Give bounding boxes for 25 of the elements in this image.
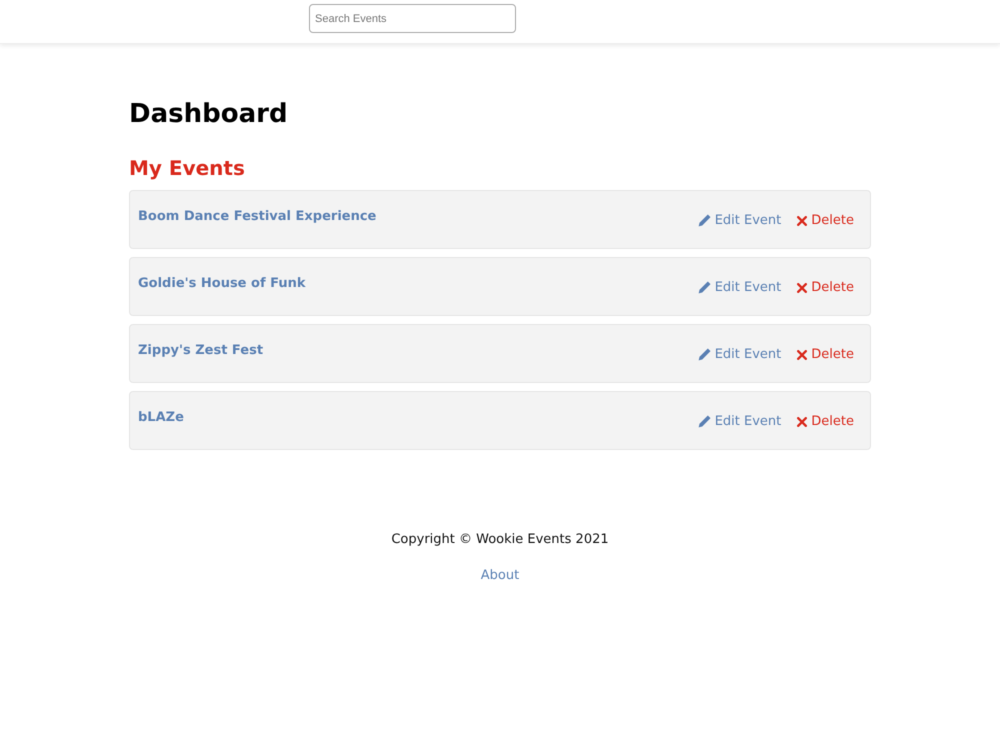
about-link[interactable]: About	[480, 568, 520, 583]
close-icon	[797, 282, 808, 293]
pencil-icon	[698, 415, 711, 428]
pencil-icon	[698, 348, 711, 362]
copyright-text: Copyright © Wookie Events 2021	[390, 531, 610, 550]
section-title: My Events	[129, 156, 246, 180]
event-title-link[interactable]: Boom Dance Festival Experience	[138, 207, 376, 227]
delete-link[interactable]: Delete	[797, 211, 854, 231]
page-title: Dashboard	[129, 99, 289, 130]
edit-event-link[interactable]: Edit Event	[698, 412, 782, 432]
edit-event-link[interactable]: Edit Event	[698, 278, 782, 298]
delete-link[interactable]: Delete	[797, 412, 854, 432]
close-icon	[797, 416, 808, 427]
delete-link[interactable]: Delete	[797, 278, 854, 298]
event-title-link[interactable]: bLAZe	[138, 408, 184, 428]
event-title-link[interactable]: Goldie's House of Funk	[138, 274, 306, 294]
pencil-icon	[698, 214, 711, 228]
close-icon	[797, 350, 808, 360]
edit-event-link[interactable]: Edit Event	[698, 345, 782, 365]
close-icon	[797, 216, 808, 226]
delete-link[interactable]: Delete	[797, 345, 854, 365]
search-field[interactable]: Search Events	[309, 4, 516, 33]
event-title-link[interactable]: Zippy's Zest Fest	[138, 341, 264, 361]
pencil-icon	[698, 281, 711, 294]
edit-event-link[interactable]: Edit Event	[698, 211, 782, 231]
